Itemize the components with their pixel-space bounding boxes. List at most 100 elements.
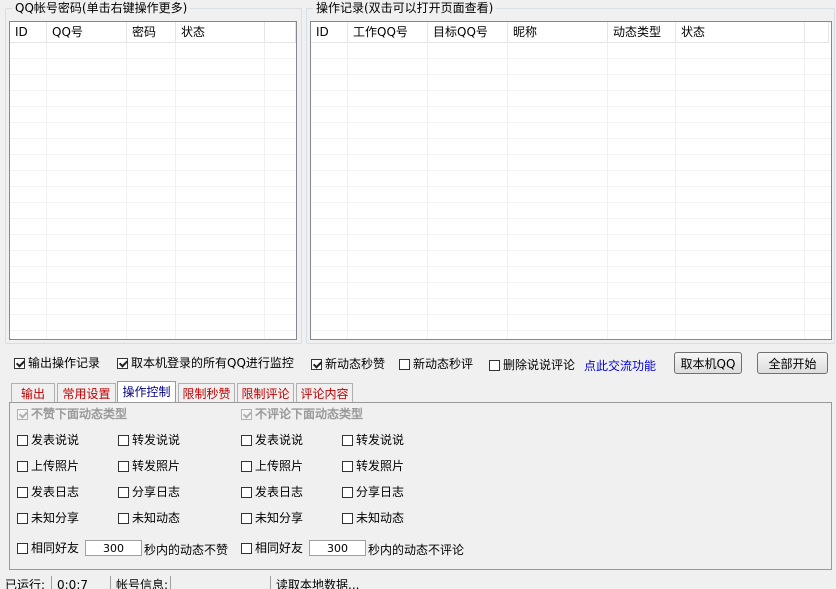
accounts-list-body[interactable]	[10, 43, 296, 339]
log-list[interactable]: ID 工作QQ号 目标QQ号 昵称 动态类型 状态	[310, 21, 832, 340]
new-feed-comment-label: 新动态秒评	[413, 357, 474, 371]
tab-output[interactable]: 输出	[11, 383, 55, 403]
account-info-label: 帐号信息:	[116, 578, 169, 589]
comment-type-share-blog-box[interactable]	[342, 486, 353, 498]
same-friend-comment-box[interactable]	[241, 542, 252, 554]
like-type-unknown-share-box[interactable]	[17, 512, 28, 524]
comment-type-share-blog-checkbox[interactable]: 分享日志	[342, 485, 404, 499]
comment-type-upload-photo-box[interactable]	[241, 460, 252, 472]
no-comment-types-label: 不评论下面动态类型	[255, 407, 364, 421]
tab-limit-like[interactable]: 限制秒赞	[178, 383, 235, 403]
comment-seconds-input[interactable]	[309, 540, 366, 556]
like-type-post-box[interactable]	[17, 434, 28, 446]
like-type-blog-checkbox[interactable]: 发表日志	[17, 485, 79, 499]
output-log-label: 输出操作记录	[28, 356, 101, 370]
tab-limit-comment[interactable]: 限制评论	[237, 383, 294, 403]
like-type-unknown-share-checkbox[interactable]: 未知分享	[17, 511, 79, 525]
comment-type-post-label: 发表说说	[255, 433, 304, 447]
output-log-box[interactable]	[14, 357, 25, 369]
comment-type-repost-photo-checkbox[interactable]: 转发照片	[342, 459, 404, 473]
column-header-filler	[265, 22, 296, 42]
same-friend-like-box[interactable]	[17, 542, 28, 554]
new-feed-like-box[interactable]	[311, 358, 322, 370]
comment-type-unknown-share-box[interactable]	[241, 512, 252, 524]
running-time: 0:0:7	[57, 578, 88, 589]
tab-common-settings[interactable]: 常用设置	[57, 383, 116, 403]
delete-comment-label: 删除说说评论	[503, 358, 576, 372]
comment-type-post-box[interactable]	[241, 434, 252, 446]
column-header-qq[interactable]: QQ号	[47, 22, 127, 42]
comment-type-blog-box[interactable]	[241, 486, 252, 498]
column-header-log-status[interactable]: 状态	[676, 22, 805, 42]
comment-type-blog-checkbox[interactable]: 发表日志	[241, 485, 303, 499]
no-like-types-box	[17, 408, 28, 420]
column-header-status[interactable]: 状态	[176, 22, 265, 42]
status-message: 读取本地数据...	[276, 578, 360, 589]
log-list-body[interactable]	[311, 43, 831, 339]
like-type-upload-photo-box[interactable]	[17, 460, 28, 472]
like-type-repost-box[interactable]	[118, 434, 129, 446]
get-local-qq-button[interactable]: 取本机QQ	[674, 352, 742, 374]
column-header-feed-type[interactable]: 动态类型	[608, 22, 676, 42]
like-type-repost-photo-box[interactable]	[118, 460, 129, 472]
comment-type-unknown-feed-checkbox[interactable]: 未知动态	[342, 511, 404, 525]
like-type-share-blog-box[interactable]	[118, 486, 129, 498]
delete-comment-checkbox[interactable]: 删除说说评论	[489, 358, 575, 372]
column-header-log-filler	[805, 22, 829, 42]
column-header-nickname[interactable]: 昵称	[508, 22, 608, 42]
column-header-id[interactable]: ID	[10, 22, 47, 42]
tab-operation-control[interactable]: 操作控制	[117, 381, 176, 403]
like-type-upload-photo-checkbox[interactable]: 上传照片	[17, 459, 79, 473]
no-like-types-checkbox: 不赞下面动态类型	[17, 407, 127, 421]
comment-type-unknown-share-checkbox[interactable]: 未知分享	[241, 511, 303, 525]
monitor-local-box[interactable]	[117, 357, 128, 369]
tab-comment-content[interactable]: 评论内容	[296, 383, 353, 403]
like-type-upload-photo-label: 上传照片	[31, 459, 80, 473]
like-type-unknown-feed-checkbox[interactable]: 未知动态	[118, 511, 180, 525]
monitor-local-label: 取本机登录的所有QQ进行监控	[131, 356, 294, 370]
column-header-target-qq[interactable]: 目标QQ号	[428, 22, 508, 42]
comment-type-post-checkbox[interactable]: 发表说说	[241, 433, 303, 447]
like-type-unknown-feed-box[interactable]	[118, 512, 129, 524]
like-type-repost-checkbox[interactable]: 转发说说	[118, 433, 180, 447]
accounts-list-header: ID QQ号 密码 状态	[10, 22, 296, 43]
accounts-list[interactable]: ID QQ号 密码 状态	[9, 21, 297, 340]
no-like-types-label: 不赞下面动态类型	[31, 407, 128, 421]
output-log-checkbox[interactable]: 输出操作记录	[14, 356, 100, 370]
comment-type-upload-photo-label: 上传照片	[255, 459, 304, 473]
comment-type-repost-label: 转发说说	[356, 433, 405, 447]
comment-type-share-blog-label: 分享日志	[356, 485, 405, 499]
column-header-password[interactable]: 密码	[127, 22, 176, 42]
column-header-work-qq[interactable]: 工作QQ号	[348, 22, 428, 42]
like-type-share-blog-label: 分享日志	[132, 485, 181, 499]
monitor-local-checkbox[interactable]: 取本机登录的所有QQ进行监控	[117, 356, 294, 370]
new-feed-comment-box[interactable]	[399, 358, 410, 370]
log-group-title: 操作记录(双击可以打开页面查看)	[313, 1, 497, 15]
like-type-repost-photo-label: 转发照片	[132, 459, 181, 473]
like-type-repost-photo-checkbox[interactable]: 转发照片	[118, 459, 180, 473]
comment-type-unknown-feed-box[interactable]	[342, 512, 353, 524]
column-header-log-id[interactable]: ID	[311, 22, 348, 42]
like-type-blog-box[interactable]	[17, 486, 28, 498]
same-friend-like-label: 相同好友	[31, 541, 80, 555]
like-type-post-label: 发表说说	[31, 433, 80, 447]
like-type-share-blog-checkbox[interactable]: 分享日志	[118, 485, 180, 499]
comment-type-repost-checkbox[interactable]: 转发说说	[342, 433, 404, 447]
new-feed-comment-checkbox[interactable]: 新动态秒评	[399, 357, 473, 371]
exchange-link[interactable]: 点此交流功能	[584, 357, 656, 374]
same-friend-comment-checkbox[interactable]: 相同好友	[241, 541, 303, 555]
like-type-unknown-share-label: 未知分享	[31, 511, 80, 525]
like-type-post-checkbox[interactable]: 发表说说	[17, 433, 79, 447]
comment-type-repost-photo-box[interactable]	[342, 460, 353, 472]
comment-type-unknown-feed-label: 未知动态	[356, 511, 405, 525]
comment-type-repost-photo-label: 转发照片	[356, 459, 405, 473]
delete-comment-box[interactable]	[489, 359, 500, 371]
new-feed-like-checkbox[interactable]: 新动态秒赞	[311, 357, 385, 371]
log-list-header: ID 工作QQ号 目标QQ号 昵称 动态类型 状态	[311, 22, 829, 43]
comment-type-upload-photo-checkbox[interactable]: 上传照片	[241, 459, 303, 473]
start-all-button[interactable]: 全部开始	[757, 352, 828, 374]
no-comment-types-box	[241, 408, 252, 420]
comment-type-repost-box[interactable]	[342, 434, 353, 446]
same-friend-like-checkbox[interactable]: 相同好友	[17, 541, 79, 555]
like-seconds-input[interactable]	[85, 540, 142, 556]
